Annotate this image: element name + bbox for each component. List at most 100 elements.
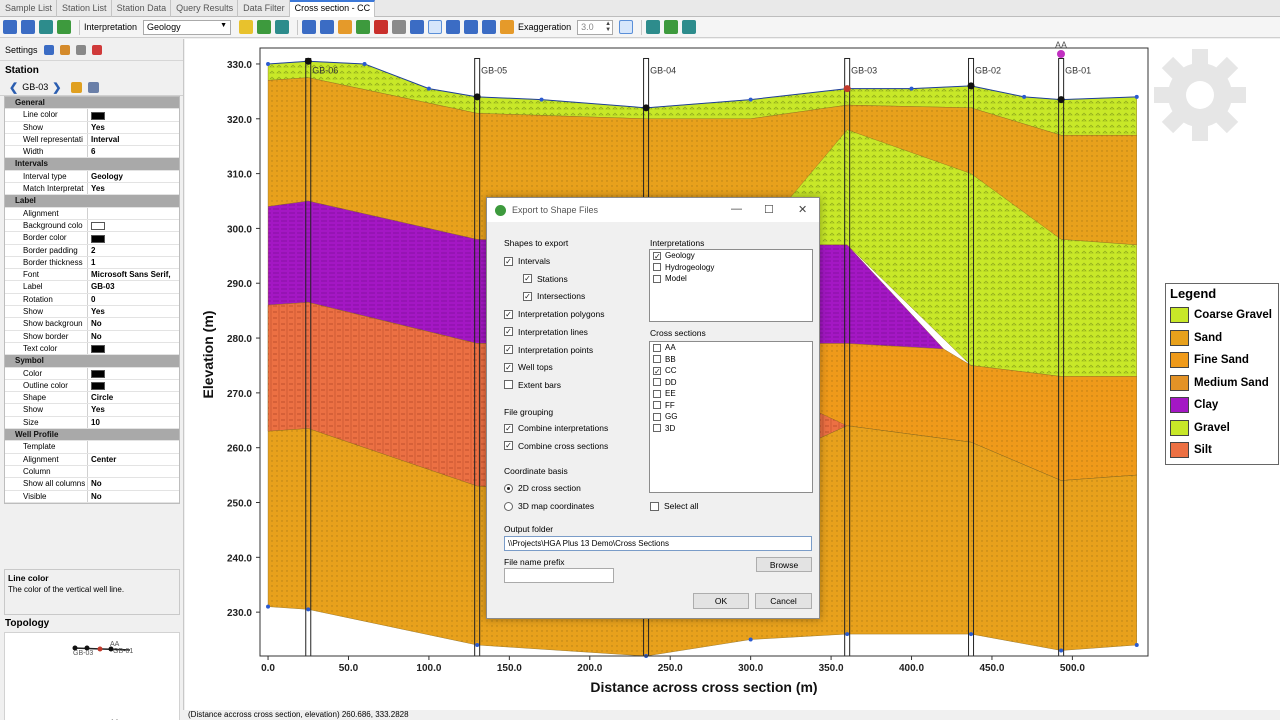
select-all-checkbox[interactable]: Select all: [650, 501, 699, 511]
checkbox-box[interactable]: [653, 274, 661, 283]
grid-row[interactable]: Rotation 0: [5, 293, 179, 307]
grid-value[interactable]: 0: [88, 294, 179, 305]
shape-checkbox[interactable]: ✓ Intervals: [504, 256, 550, 266]
ok-button[interactable]: OK: [693, 593, 749, 609]
bottom-vertex[interactable]: [266, 604, 271, 609]
checkbox-box[interactable]: ✓: [523, 291, 532, 301]
grid-value[interactable]: Yes: [88, 183, 179, 194]
grid-category[interactable]: Label: [5, 195, 179, 208]
checkbox-box[interactable]: [650, 501, 659, 511]
checkbox-box[interactable]: ✓: [653, 366, 661, 375]
select-arrow-icon[interactable]: [428, 20, 443, 34]
next-station-icon[interactable]: ❯: [52, 81, 61, 94]
close-icon[interactable]: ✕: [798, 203, 807, 216]
checkbox-box[interactable]: [653, 412, 661, 421]
tab-station-list[interactable]: Station List: [57, 0, 112, 17]
bottom-vertex[interactable]: [748, 637, 753, 642]
grid-value[interactable]: [88, 208, 179, 219]
grid-value[interactable]: 1: [88, 257, 179, 268]
grid-row[interactable]: Shape Circle: [5, 392, 179, 405]
tab-data-filter[interactable]: Data Filter: [238, 0, 290, 17]
coordinate-radio[interactable]: 3D map coordinates: [504, 501, 594, 511]
surface-vertex[interactable]: [1134, 94, 1139, 99]
grid-value[interactable]: Interval: [88, 134, 179, 145]
person-pointer-icon[interactable]: [320, 20, 335, 34]
pin-icon[interactable]: [43, 44, 54, 55]
grid-value[interactable]: No: [88, 318, 179, 329]
magnet-icon[interactable]: [91, 44, 102, 55]
shape-checkbox[interactable]: ✓ Intersections: [523, 291, 585, 301]
well-symbol[interactable]: [967, 82, 975, 90]
grid-value[interactable]: Center: [88, 454, 179, 465]
grid-row[interactable]: Template: [5, 441, 179, 454]
checkbox-box[interactable]: ✓: [504, 309, 513, 319]
interpretation-select[interactable]: Geology ▼: [143, 19, 232, 35]
section-marker[interactable]: [1057, 50, 1065, 58]
refresh-icon[interactable]: [275, 20, 290, 34]
cross-section-item[interactable]: EE: [650, 388, 812, 400]
bottom-vertex[interactable]: [1059, 648, 1064, 653]
surface-vertex[interactable]: [748, 97, 753, 102]
globe-icon[interactable]: [39, 20, 53, 34]
legend-icon[interactable]: [682, 20, 697, 34]
browse-button[interactable]: Browse: [756, 557, 812, 572]
zoom-extent-icon[interactable]: [482, 20, 497, 34]
surface-vertex[interactable]: [909, 86, 914, 91]
grid-value[interactable]: Circle: [88, 392, 179, 403]
well-symbol[interactable]: [1057, 96, 1065, 104]
grid-category[interactable]: Intervals: [5, 158, 179, 171]
grid-value[interactable]: [88, 368, 179, 379]
bottom-vertex[interactable]: [969, 632, 974, 637]
color-swatch[interactable]: [91, 111, 105, 120]
radio-button[interactable]: [504, 501, 513, 511]
color-swatch[interactable]: [91, 369, 105, 378]
polygon-icon[interactable]: [410, 20, 425, 34]
grid-row[interactable]: Visible No: [5, 490, 179, 503]
grid-value[interactable]: 10: [88, 417, 179, 428]
shape-checkbox[interactable]: ✓ Interpretation points: [504, 345, 593, 355]
interpretations-listbox[interactable]: ✓ Geology Hydrogeology Model: [649, 249, 813, 322]
checkbox-box[interactable]: ✓: [653, 251, 661, 260]
tab-query-results[interactable]: Query Results: [171, 0, 239, 17]
interpretation-item[interactable]: ✓ Geology: [650, 250, 812, 262]
line-tool-icon[interactable]: [75, 44, 86, 55]
grid-value[interactable]: Yes: [88, 122, 179, 133]
grid-toggle-icon[interactable]: [619, 20, 634, 34]
cancel-button[interactable]: Cancel: [755, 593, 812, 609]
grid-row[interactable]: Column: [5, 465, 179, 479]
grid-row[interactable]: Border thickness 1: [5, 256, 179, 270]
grouping-checkbox[interactable]: ✓ Combine cross sections: [504, 441, 608, 451]
color-swatch[interactable]: [91, 234, 105, 243]
grid-row[interactable]: Alignment Center: [5, 453, 179, 466]
grid-row[interactable]: Show Yes: [5, 306, 179, 319]
zoom-out-icon[interactable]: [464, 20, 479, 34]
grid-value[interactable]: [88, 220, 179, 231]
grid-value[interactable]: [88, 380, 179, 391]
well-symbol[interactable]: [473, 93, 481, 101]
surface-vertex[interactable]: [362, 61, 367, 66]
split-line-icon[interactable]: [392, 20, 407, 34]
grid-value[interactable]: Geology: [88, 171, 179, 182]
checkbox-box[interactable]: [653, 343, 661, 352]
previous-station-icon[interactable]: ❮: [9, 81, 18, 94]
map-icon[interactable]: [664, 20, 679, 34]
grid-row[interactable]: Border color: [5, 232, 179, 245]
grid-row[interactable]: Show backgroun No: [5, 318, 179, 331]
checkbox-box[interactable]: [504, 380, 513, 390]
save-all-icon[interactable]: [21, 20, 35, 34]
checkbox-box[interactable]: ✓: [504, 256, 513, 266]
edit-polygon-icon[interactable]: [257, 20, 272, 34]
add-point-icon[interactable]: [356, 20, 371, 34]
color-swatch[interactable]: [91, 382, 105, 391]
grid-value[interactable]: No: [88, 331, 179, 342]
export-icon[interactable]: [57, 20, 71, 34]
cross-sections-listbox[interactable]: AA BB ✓ CC DD EE FF GG 3D: [649, 341, 813, 493]
output-folder-field[interactable]: \\Projects\HGA Plus 13 Demo\Cross Sectio…: [504, 536, 812, 551]
delete-point-icon[interactable]: [374, 20, 389, 34]
grid-row[interactable]: Well representati Interval: [5, 133, 179, 147]
grid-row[interactable]: Alignment: [5, 207, 179, 220]
grid-value[interactable]: No: [88, 478, 179, 489]
grid-row[interactable]: Background colo: [5, 219, 179, 233]
checkbox-box[interactable]: [653, 355, 661, 364]
grid-value[interactable]: GB-03: [88, 281, 179, 292]
